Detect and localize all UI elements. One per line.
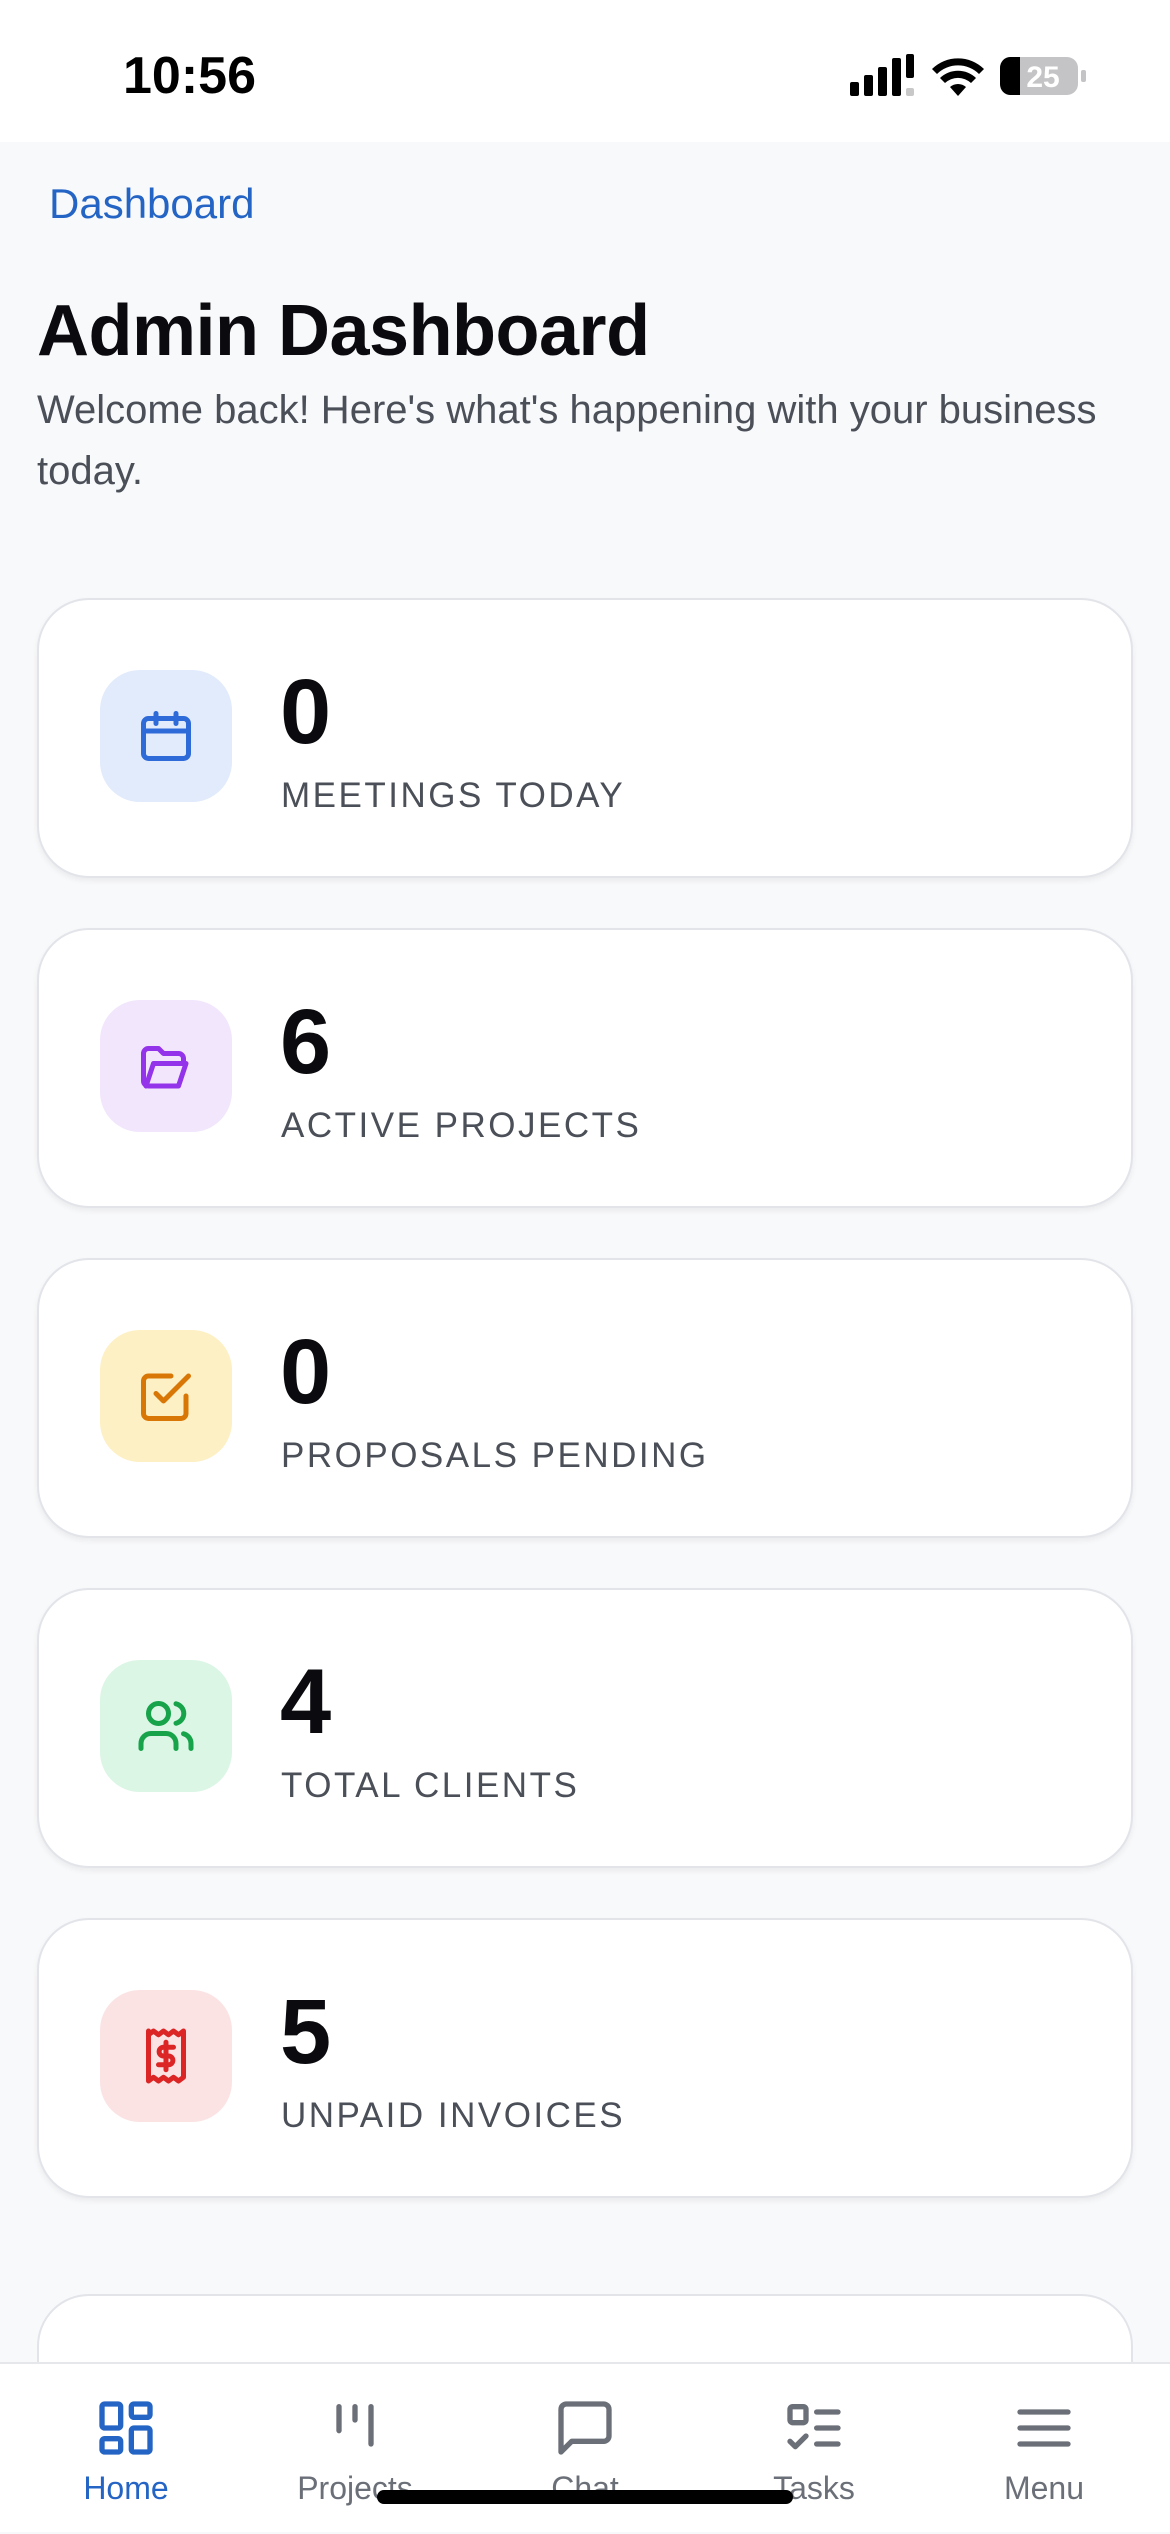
home-indicator[interactable] — [377, 2490, 793, 2504]
calendar-icon — [100, 670, 232, 802]
chat-icon — [558, 2401, 612, 2455]
stat-card-invoices[interactable]: 5 UNPAID INVOICES — [37, 1918, 1133, 2198]
home-grid-icon — [99, 2401, 153, 2455]
battery-icon: 25 — [1000, 57, 1086, 95]
page-subtitle: Welcome back! Here's what's happening wi… — [37, 388, 1097, 493]
stat-label: UNPAID INVOICES — [281, 2096, 626, 2135]
tab-tasks[interactable]: Tasks — [697, 2364, 931, 2534]
wifi-icon — [932, 58, 984, 96]
stat-value: 6 — [280, 991, 332, 1093]
breadcrumb[interactable]: Dashboard — [49, 180, 254, 228]
status-icons: 25 — [850, 54, 1090, 100]
stat-card-projects[interactable]: 6 ACTIVE PROJECTS — [37, 928, 1133, 1208]
stat-card-meetings[interactable]: 0 MEETINGS TODAY — [37, 598, 1133, 878]
folder-open-icon — [100, 1000, 232, 1132]
menu-icon — [1017, 2409, 1071, 2447]
tab-chat[interactable]: Chat — [468, 2364, 702, 2534]
stat-label: ACTIVE PROJECTS — [281, 1106, 642, 1145]
users-icon — [100, 1660, 232, 1792]
cellular-signal-icon — [850, 54, 914, 96]
status-time: 10:56 — [123, 47, 256, 105]
page-title: Admin Dashboard — [37, 291, 650, 371]
stat-label: PROPOSALS PENDING — [281, 1436, 709, 1475]
stat-label: MEETINGS TODAY — [281, 776, 626, 815]
tab-label: Menu — [1003, 2470, 1085, 2506]
checkbox-icon — [100, 1330, 232, 1462]
invoice-icon — [100, 1990, 232, 2122]
stat-value: 0 — [280, 661, 332, 763]
stat-value: 5 — [280, 1981, 332, 2083]
tab-label: Home — [83, 2470, 169, 2506]
stat-label: TOTAL CLIENTS — [281, 1766, 580, 1805]
tab-projects[interactable]: Projects — [238, 2364, 472, 2534]
svg-text:25: 25 — [1026, 61, 1059, 94]
tasks-icon — [787, 2404, 841, 2450]
status-bar: 10:56 25 — [0, 0, 1170, 142]
kanban-icon — [336, 2404, 374, 2447]
tab-home[interactable]: Home — [9, 2364, 243, 2534]
stat-value: 0 — [280, 1321, 332, 1423]
tab-menu[interactable]: Menu — [927, 2364, 1161, 2534]
stat-card-proposals[interactable]: 0 PROPOSALS PENDING — [37, 1258, 1133, 1538]
stat-card-clients[interactable]: 4 TOTAL CLIENTS — [37, 1588, 1133, 1868]
stat-value: 4 — [280, 1651, 332, 1753]
bottom-tab-bar: Home Projects Chat Tasks Menu — [0, 2362, 1170, 2532]
